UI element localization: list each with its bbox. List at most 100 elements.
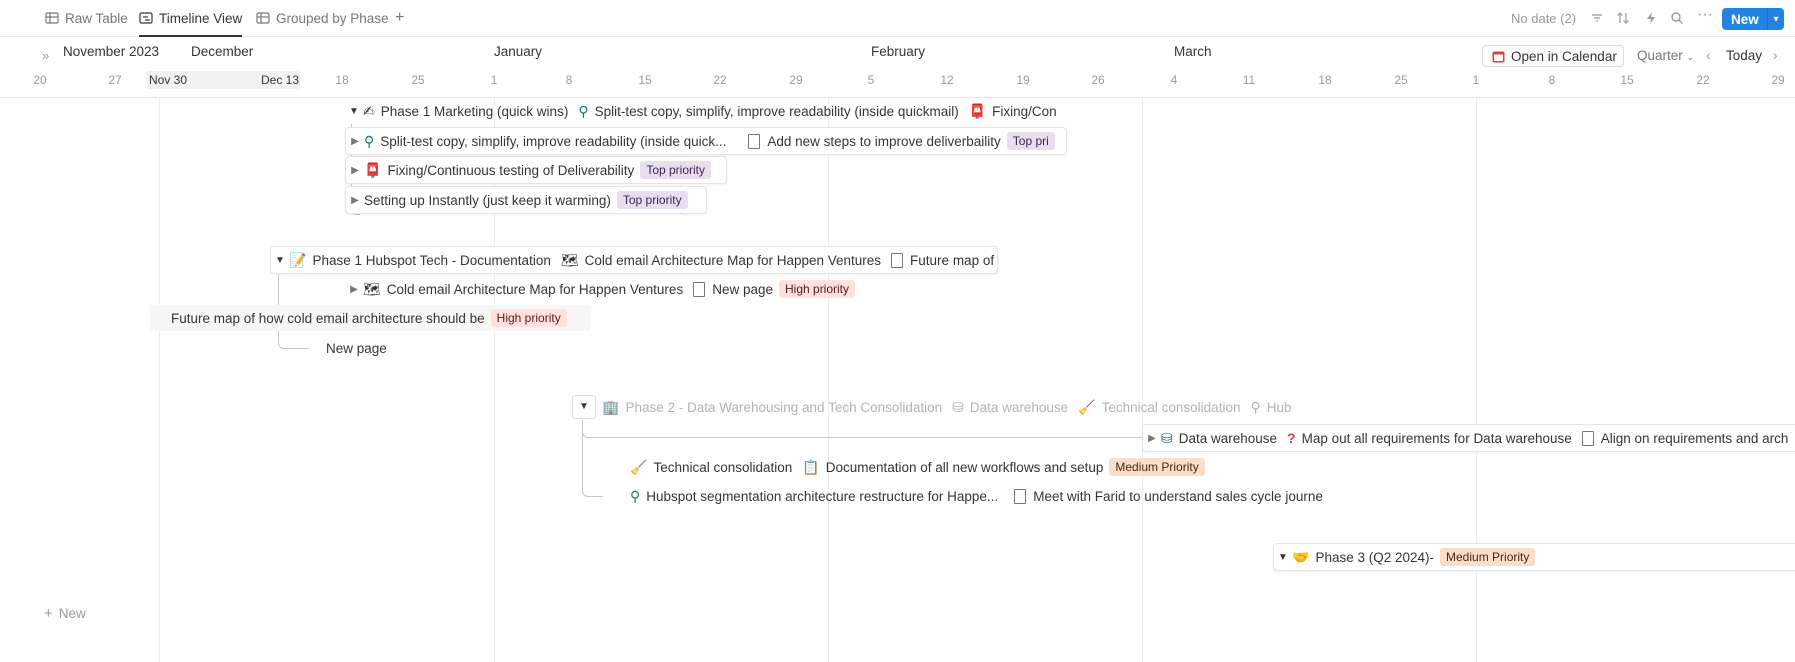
- branch-icon: ⚲: [630, 487, 641, 504]
- sub-item-title: Documentation of all new workflows and s…: [825, 459, 1104, 475]
- priority-badge: Medium Priority: [1109, 458, 1205, 476]
- timeline-item-phase-2[interactable]: ▼ 🏢 Phase 2 - Data Warehousing and Tech …: [572, 394, 1292, 420]
- next-icon[interactable]: ›: [1773, 48, 1778, 63]
- month-label: February: [871, 44, 926, 59]
- sub-item-title: Split-test copy, simplify, improve reada…: [594, 103, 959, 119]
- collapse-sidebar-icon[interactable]: »: [42, 48, 49, 63]
- item-title: Cold email Architecture Map for Happen V…: [386, 281, 684, 297]
- timeline-item-cold-email-map[interactable]: ▶ 🗺 Cold email Architecture Map for Happ…: [345, 276, 885, 302]
- sub-item-title: New page: [712, 281, 773, 297]
- today-button[interactable]: Today: [1726, 48, 1762, 63]
- priority-badge: High priority: [779, 280, 856, 298]
- previous-icon[interactable]: ‹: [1706, 48, 1711, 63]
- search-icon[interactable]: [1670, 11, 1684, 25]
- page-icon: [891, 252, 904, 268]
- lightning-icon[interactable]: [1644, 11, 1658, 25]
- timeline-icon: [139, 12, 153, 24]
- sub-item-title: Data warehouse: [969, 399, 1069, 415]
- month-gridline: [159, 98, 160, 662]
- tab-grouped-by-phase[interactable]: Grouped by Phase: [256, 0, 389, 36]
- timeline-item-fixing-deliverability[interactable]: ▶ 📮 Fixing/Continuous testing of Deliver…: [345, 156, 727, 184]
- table-icon: [256, 12, 270, 24]
- open-in-calendar-label: Open in Calendar: [1511, 48, 1617, 64]
- new-button-label: New: [1731, 11, 1759, 27]
- sub-item-title: Cold email Architecture Map for Happen V…: [584, 252, 882, 268]
- database-icon: ⛁: [1161, 429, 1173, 446]
- month-gridline: [828, 98, 829, 662]
- expand-toggle-icon[interactable]: ▶: [346, 195, 364, 206]
- timeline-item-setting-up-instantly[interactable]: ▶ Setting up Instantly (just keep it war…: [345, 186, 707, 214]
- timeline-item-new-page[interactable]: New page: [326, 335, 446, 361]
- item-title: Phase 1 Marketing (quick wins): [380, 103, 569, 119]
- sub-item-title: Meet with Farid to understand sales cycl…: [1033, 488, 1323, 504]
- scale-select[interactable]: Quarter ⌄: [1637, 48, 1694, 63]
- new-button[interactable]: New ▾: [1722, 8, 1784, 30]
- branch-icon: ⚲: [364, 132, 375, 149]
- filter-icon[interactable]: [1590, 11, 1604, 25]
- priority-badge: Top priority: [616, 191, 688, 209]
- timeline-item-hubspot-segmentation[interactable]: ⚲ Hubspot segmentation architecture rest…: [630, 483, 1328, 509]
- day-label: Dec 13: [260, 73, 300, 87]
- sub-item-title: Align on requirements and arch: [1600, 430, 1789, 446]
- day-label: 1: [1472, 73, 1480, 87]
- month-label: March: [1174, 44, 1212, 59]
- day-label: 29: [1771, 73, 1785, 87]
- expand-toggle-icon[interactable]: ▶: [1143, 433, 1161, 444]
- chevron-down-icon[interactable]: ▾: [1768, 14, 1784, 25]
- tab-timeline-view[interactable]: Timeline View: [139, 0, 243, 37]
- chevron-down-icon: ⌄: [1686, 52, 1695, 62]
- more-options-icon[interactable]: ···: [1697, 6, 1713, 24]
- page-icon: [1581, 430, 1594, 446]
- item-title: Setting up Instantly (just keep it warmi…: [364, 192, 611, 208]
- page-icon: [1014, 488, 1027, 504]
- item-title: Data warehouse: [1178, 430, 1278, 446]
- calendar-icon: [1492, 51, 1505, 62]
- collapse-toggle-icon[interactable]: ▼: [572, 395, 596, 419]
- timeline-item-technical-consolidation[interactable]: 🧹 Technical consolidation 📋 Documentatio…: [630, 454, 1230, 480]
- broom-icon: 🧹: [630, 458, 648, 475]
- tab-raw-table[interactable]: Raw Table: [45, 0, 128, 36]
- open-in-calendar-button[interactable]: Open in Calendar: [1482, 45, 1624, 67]
- timeline-item-phase-1-marketing[interactable]: ▼ ✍ Phase 1 Marketing (quick wins) ⚲ Spl…: [345, 98, 1065, 124]
- page-icon: [748, 133, 761, 149]
- item-title: Fixing/Continuous testing of Deliverabil…: [387, 162, 635, 178]
- question-mark-icon: ?: [1287, 430, 1296, 446]
- timeline-item-phase-3[interactable]: ▼ 🤝 Phase 3 (Q2 2024)- Medium Priority: [1273, 543, 1795, 571]
- day-label: Nov 30: [148, 73, 188, 87]
- day-label: 15: [1620, 73, 1634, 87]
- scale-label: Quarter: [1637, 48, 1683, 63]
- sort-icon[interactable]: [1616, 11, 1630, 25]
- day-label: 8: [1548, 73, 1556, 87]
- broom-icon: 🧹: [1078, 398, 1096, 415]
- item-title: New page: [326, 340, 387, 356]
- tab-label: Raw Table: [65, 10, 128, 26]
- add-new-item-button[interactable]: + New: [44, 605, 86, 622]
- day-label: 18: [1318, 73, 1332, 87]
- add-view-icon[interactable]: +: [395, 0, 404, 36]
- collapse-toggle-icon[interactable]: ▼: [1274, 552, 1292, 563]
- timeline-item-phase-1-hubspot[interactable]: ▼ 📝 Phase 1 Hubspot Tech - Documentation…: [270, 246, 998, 274]
- collapse-toggle-icon[interactable]: ▼: [345, 106, 363, 117]
- expand-toggle-icon[interactable]: ▶: [346, 136, 364, 147]
- month-gridline: [1476, 98, 1477, 662]
- month-label: December: [191, 44, 254, 59]
- priority-badge: Top priority: [640, 161, 711, 179]
- day-label: 19: [1016, 73, 1030, 87]
- no-date-button[interactable]: No date (2): [1511, 0, 1576, 36]
- expand-toggle-icon[interactable]: ▶: [345, 284, 363, 295]
- timeline-item-split-test[interactable]: ▶ ⚲ Split-test copy, simplify, improve r…: [345, 127, 1067, 155]
- expand-toggle-icon[interactable]: ▶: [346, 165, 364, 176]
- sub-item-title: Hubspo: [1266, 399, 1292, 415]
- collapse-toggle-icon[interactable]: ▼: [271, 255, 289, 266]
- branch-icon: ⚲: [578, 102, 589, 119]
- item-title: Split-test copy, simplify, improve reada…: [380, 133, 727, 149]
- tree-connector: [582, 420, 1143, 438]
- day-label: 15: [638, 73, 652, 87]
- timeline-item-future-map[interactable]: Future map of how cold email architectur…: [150, 305, 590, 331]
- day-label: 8: [565, 73, 573, 87]
- priority-badge: High priority: [490, 309, 567, 327]
- item-title: Phase 2 - Data Warehousing and Tech Cons…: [625, 399, 943, 415]
- sub-item-title: Add new steps to improve deliverbaility: [767, 133, 1001, 149]
- day-label: 1: [490, 73, 498, 87]
- timeline-item-data-warehouse[interactable]: ▶ ⛁ Data warehouse ? Map out all require…: [1142, 424, 1795, 452]
